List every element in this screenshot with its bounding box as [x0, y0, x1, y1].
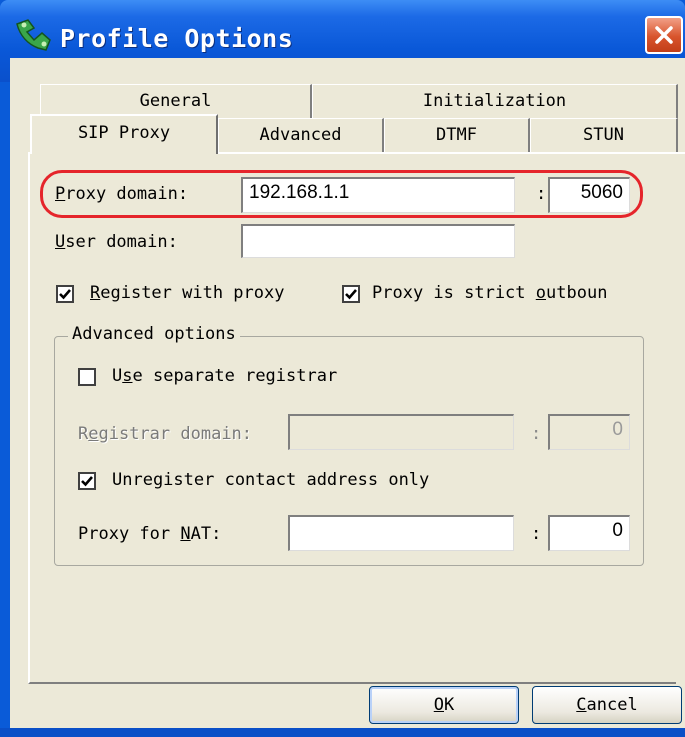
window-bottom-border	[0, 728, 685, 737]
register-with-proxy-checkbox[interactable]	[56, 285, 74, 303]
ok-button-label: K	[444, 695, 455, 715]
phone-app-icon	[14, 18, 54, 52]
tab-general[interactable]: General	[40, 84, 312, 118]
checkmark-icon	[81, 476, 93, 487]
cancel-button[interactable]: Cancel	[532, 686, 682, 724]
tab-dtmf[interactable]: DTMF	[384, 118, 530, 152]
proxy-for-nat-input[interactable]	[288, 515, 514, 551]
tab-general-label: General	[139, 91, 212, 111]
nat-port-colon: :	[531, 524, 542, 544]
proxy-port-input[interactable]: 5060	[548, 177, 630, 213]
proxy-port-colon: :	[536, 184, 547, 204]
register-with-proxy-label[interactable]: Register with proxy	[90, 283, 284, 303]
tab-stun-label: STUN	[583, 125, 624, 145]
ok-button-mnemonic: O	[433, 695, 444, 715]
tab-advanced[interactable]: Advanced	[218, 118, 384, 152]
unregister-contact-only-checkbox[interactable]	[78, 472, 96, 490]
window-title: Profile Options	[60, 24, 294, 53]
user-domain-input[interactable]	[241, 224, 515, 258]
cancel-button-label: ancel	[586, 695, 638, 715]
cancel-button-mnemonic: C	[576, 695, 587, 715]
use-separate-registrar-label[interactable]: Use separate registrar	[112, 366, 337, 386]
tab-sip-proxy[interactable]: SIP Proxy	[30, 114, 218, 154]
checkmark-icon	[59, 289, 71, 300]
advanced-options-legend: Advanced options	[68, 324, 240, 344]
tab-dtmf-label: DTMF	[436, 125, 477, 145]
user-domain-label: User domain:	[55, 232, 178, 252]
registrar-domain-input[interactable]	[288, 414, 514, 450]
close-button[interactable]	[645, 16, 683, 54]
registrar-port-input[interactable]: 0	[548, 414, 630, 450]
registrar-port-colon: :	[531, 424, 542, 444]
tab-initialization-label: Initialization	[422, 91, 567, 111]
proxy-strict-outbound-checkbox[interactable]	[342, 285, 360, 303]
use-separate-registrar-checkbox[interactable]	[78, 368, 96, 386]
checkmark-icon	[345, 289, 357, 300]
proxy-domain-label: Proxy domain:	[55, 184, 189, 204]
registrar-domain-label: Registrar domain:	[78, 424, 253, 444]
tab-sip-proxy-label: SIP Proxy	[77, 123, 171, 143]
unregister-contact-only-label[interactable]: Unregister contact address only	[112, 470, 429, 490]
proxy-domain-input[interactable]: 192.168.1.1	[241, 177, 515, 213]
tab-stun[interactable]: STUN	[530, 118, 678, 152]
ok-button[interactable]: OK	[369, 686, 519, 724]
proxy-strict-outbound-label[interactable]: Proxy is strict outboun	[372, 283, 607, 303]
dialog-window: Profile Options General Initialization S…	[0, 0, 685, 737]
proxy-for-nat-label: Proxy for NAT:	[78, 524, 222, 544]
tab-initialization[interactable]: Initialization	[312, 84, 678, 118]
tab-advanced-label: Advanced	[259, 125, 342, 145]
nat-port-input[interactable]: 0	[548, 515, 630, 551]
